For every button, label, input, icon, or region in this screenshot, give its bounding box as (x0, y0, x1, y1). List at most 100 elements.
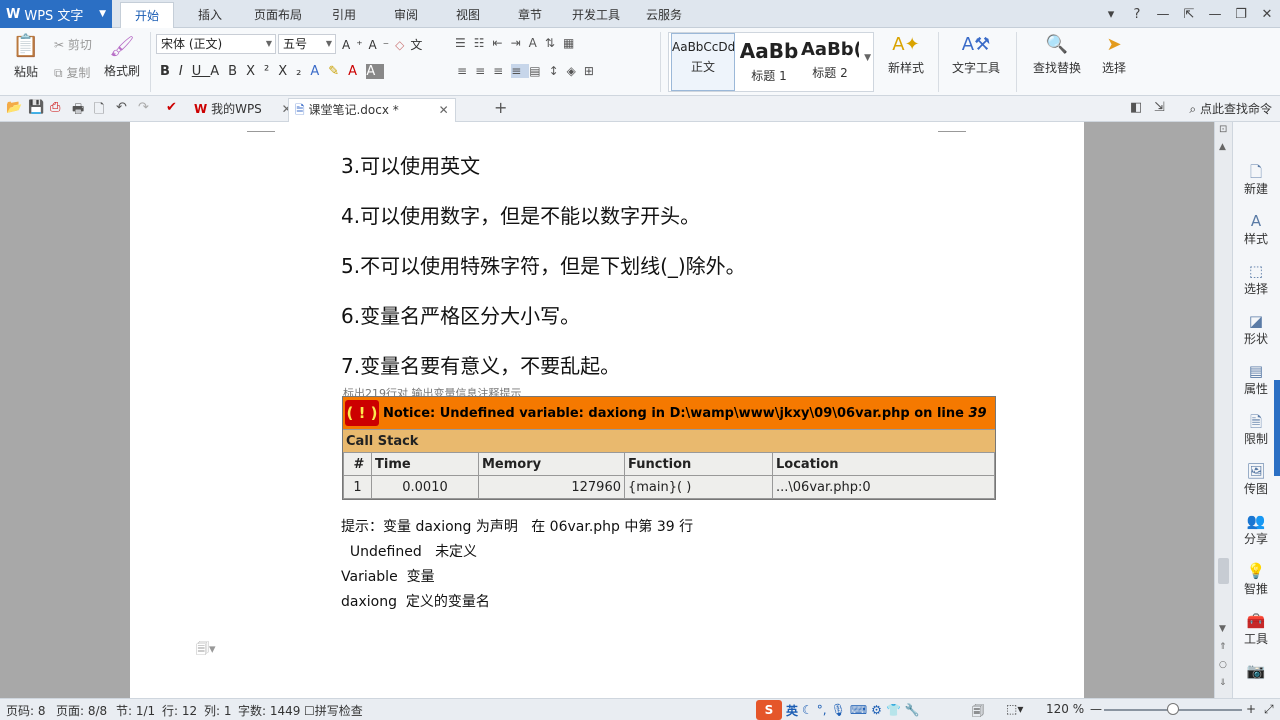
view-mode-icon[interactable]: 🗐 (972, 702, 984, 720)
side-restrict[interactable]: 🗎 限制 (1233, 412, 1279, 447)
save-icon[interactable]: 💾 (28, 100, 44, 115)
select-button[interactable]: ➤ 选择 (1094, 34, 1134, 76)
increase-indent-icon[interactable]: ⇥ (511, 36, 529, 50)
shrink-font-icon[interactable]: A⁻ (369, 38, 396, 52)
tab-chapter[interactable]: 章节 (504, 2, 556, 28)
settings-icon[interactable]: ⚙ (871, 703, 882, 717)
side-smart-recommend[interactable]: 💡 智推 (1233, 562, 1279, 597)
format-painter-button[interactable]: 🖌 格式刷 (102, 34, 142, 79)
command-search[interactable]: ⌕ 点此查找命令 (1189, 100, 1272, 117)
distributed-icon[interactable]: ▤ (529, 64, 548, 78)
skin-icon[interactable]: ▾ (1098, 7, 1124, 22)
highlight-icon[interactable]: ✎ (328, 64, 348, 79)
keyboard-icon[interactable]: ⌨ (850, 703, 867, 717)
char-shading-icon[interactable]: A (366, 64, 385, 79)
undo-icon[interactable]: ↶ (116, 100, 127, 115)
text-tools-button[interactable]: A⚒ 文字工具 (946, 34, 1006, 76)
side-new[interactable]: 🗋 新建 (1233, 162, 1279, 197)
select-browse-icon[interactable]: ○ (1219, 660, 1227, 670)
mic-icon[interactable]: 🎙 (831, 703, 846, 717)
zoom-slider-knob[interactable] (1167, 703, 1179, 715)
punctuation-icon[interactable]: °, (817, 703, 827, 717)
tab-home[interactable]: 开始 (120, 2, 175, 28)
spell-check[interactable]: ☐拼写检查 (304, 702, 363, 719)
tab-developer[interactable]: 开发工具 (558, 2, 634, 28)
clear-format-icon[interactable]: ◇ (395, 38, 410, 52)
help-icon[interactable]: ? (1124, 7, 1150, 22)
superscript-icon[interactable]: X² (246, 64, 278, 79)
side-styles[interactable]: A 样式 (1233, 212, 1279, 247)
new-tab-icon[interactable]: + (494, 98, 507, 117)
customize-icon[interactable]: ✔ (166, 100, 177, 115)
cut-button[interactable]: ✂ 剪切 (54, 36, 92, 53)
gallery-more-icon[interactable]: ▼ (864, 53, 871, 63)
justify-icon[interactable]: ≡ (511, 64, 530, 78)
status-page[interactable]: 页面: 8/8 (56, 702, 107, 719)
style-normal[interactable]: AaBbCcDd 正文 (671, 33, 735, 91)
find-replace-button[interactable]: 🔍 查找替换 (1024, 34, 1090, 76)
tab-view[interactable]: 视图 (442, 2, 494, 28)
shading-icon[interactable]: ◈ (567, 64, 584, 78)
document-page[interactable]: 3.可以使用英文 4.可以使用数字，但是不能以数字开头。 5.不可以使用特殊字符… (130, 122, 1084, 698)
zoom-out-icon[interactable]: — (1090, 702, 1102, 716)
align-left-icon[interactable]: ≡ (457, 64, 475, 78)
paste-options-icon[interactable]: 🗐▾ (196, 640, 216, 662)
doc-nav-icon[interactable]: ◧ (1130, 100, 1142, 115)
side-tools[interactable]: 🧰 工具 (1233, 612, 1279, 647)
shirt-icon[interactable]: 👕 (886, 703, 901, 717)
chinese-layout-icon[interactable]: A (529, 36, 545, 50)
grow-font-icon[interactable]: A⁺ (342, 38, 369, 52)
side-shapes[interactable]: ◪ 形状 (1233, 312, 1279, 347)
bullet-list-icon[interactable]: ☰ (455, 36, 474, 50)
redo-icon[interactable]: ↷ (138, 100, 149, 115)
border-icon[interactable]: ⊞ (584, 64, 602, 78)
share-doc-icon[interactable]: ⇲ (1154, 100, 1165, 115)
style-heading-1[interactable]: AaBb 标题 1 (737, 33, 801, 91)
underline-icon[interactable]: U (192, 64, 211, 79)
side-share[interactable]: 👥 分享 (1233, 512, 1279, 547)
zoom-value[interactable]: 120 % (1046, 702, 1084, 716)
side-select[interactable]: ⬚ 选择 (1233, 262, 1279, 297)
fullscreen-icon[interactable]: ⇱ (1176, 7, 1202, 22)
tab-my-wps[interactable]: W 我的WPS ✕ (188, 98, 298, 122)
app-menu-button[interactable]: W WPS 文字 ▼ (0, 0, 112, 28)
align-center-icon[interactable]: ≡ (475, 64, 493, 78)
scrollbar-thumb[interactable] (1218, 558, 1229, 584)
strikethrough-icon[interactable]: AB (210, 64, 246, 79)
scroll-up-icon[interactable]: ▲ (1219, 142, 1226, 152)
new-style-button[interactable]: A✦ 新样式 (880, 34, 932, 76)
paste-button[interactable]: 📋 粘贴 (8, 34, 44, 80)
protect-view-icon[interactable]: ⬚▾ (1006, 702, 1023, 716)
line-spacing-icon[interactable]: ↕ (549, 64, 567, 78)
tab-cloud[interactable]: 云服务 (632, 2, 696, 28)
ime-language[interactable]: 英 (786, 702, 798, 719)
copy-button[interactable]: ⧉ 复制 (54, 64, 90, 81)
side-properties[interactable]: ▤ 属性 (1233, 362, 1279, 397)
open-icon[interactable]: 📂 (6, 100, 22, 115)
style-heading-2[interactable]: AaBb( 标题 2 (801, 33, 859, 91)
sort-icon[interactable]: ⇅ (545, 36, 563, 50)
table-icon[interactable]: ▦ (563, 36, 582, 50)
status-page-code[interactable]: 页码: 8 (6, 702, 46, 719)
restore-button[interactable]: ❐ (1228, 7, 1254, 22)
tab-page-layout[interactable]: 页面布局 (240, 2, 316, 28)
text-effect-icon[interactable]: A (310, 64, 328, 79)
align-right-icon[interactable]: ≡ (493, 64, 511, 78)
close-button[interactable]: ✕ (1254, 7, 1280, 22)
subscript-icon[interactable]: X₂ (278, 64, 310, 79)
print-icon[interactable]: 🖶 (72, 100, 84, 122)
decrease-indent-icon[interactable]: ⇤ (493, 36, 511, 50)
scroll-down-icon[interactable]: ▼ (1219, 624, 1226, 634)
wrench-icon[interactable]: 🔧 (905, 703, 920, 717)
italic-icon[interactable]: I (179, 64, 192, 79)
vertical-scrollbar[interactable]: ⊡ ▲ ▼ ⇑ ○ ⇓ (1214, 122, 1232, 698)
font-size-select[interactable]: 五号 ▼ (278, 34, 336, 54)
preview-icon[interactable]: 🗋 (94, 100, 104, 122)
status-word-count[interactable]: 字数: 1449 (238, 702, 300, 719)
tab-insert[interactable]: 插入 (184, 2, 236, 28)
side-more[interactable]: 📷 (1233, 662, 1279, 680)
close-icon[interactable]: ✕ (439, 103, 449, 117)
font-color-icon[interactable]: A (348, 64, 366, 79)
font-name-select[interactable]: 宋体 (正文) ▼ (156, 34, 276, 54)
numbered-list-icon[interactable]: ☷ (474, 36, 493, 50)
